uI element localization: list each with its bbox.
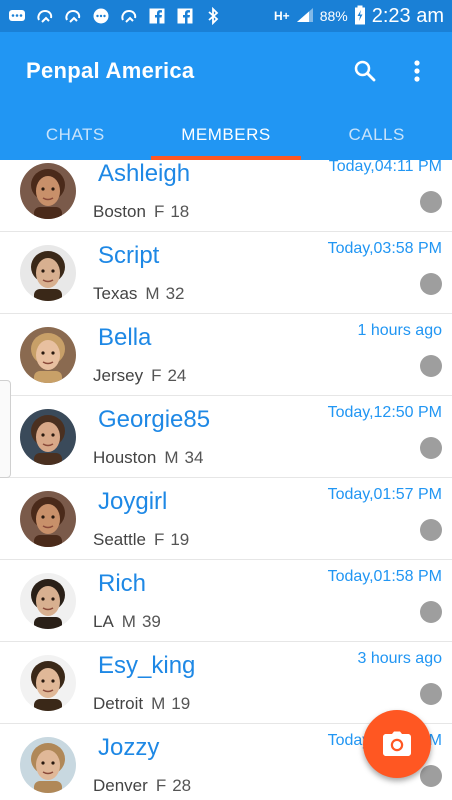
member-gender: M (164, 448, 179, 467)
battery-level: 88% (319, 8, 348, 24)
clock: 2:23 am (371, 4, 444, 27)
last-seen: Today,01:58 PM (327, 568, 442, 585)
avatar (20, 573, 76, 629)
tab-members[interactable]: MEMBERS (150, 110, 302, 160)
member-name: Georgie85 (98, 406, 211, 433)
recycle-icon (64, 8, 82, 24)
member-gender: F (155, 776, 167, 795)
tab-calls[interactable]: CALLS (301, 110, 452, 160)
message-icon (8, 8, 26, 24)
member-age: 19 (171, 694, 191, 713)
member-info: Detroit M 19 (93, 694, 190, 714)
member-age: 32 (165, 284, 185, 303)
member-name: Joygirl (98, 488, 168, 515)
member-info: Houston M 34 (93, 448, 203, 468)
status-indicator (420, 519, 442, 541)
status-right: H+ 88% 2:23 am (274, 5, 444, 28)
member-row[interactable]: Joygirl Seattle F 19 Today,01:57 PM (0, 478, 452, 560)
avatar (20, 737, 76, 793)
tab-chats[interactable]: CHATS (0, 110, 151, 160)
member-name: Rich (98, 570, 147, 597)
member-info: Denver F 28 (93, 776, 191, 796)
member-gender: M (151, 694, 166, 713)
notification-icons (8, 7, 222, 25)
avatar (20, 327, 76, 383)
status-indicator (420, 765, 442, 787)
last-seen: Today,01:57 PM (327, 486, 442, 503)
member-gender: F (153, 202, 165, 221)
member-info: LA M 39 (93, 612, 161, 632)
member-info: Boston F 18 (93, 202, 189, 222)
member-age: 18 (170, 202, 190, 221)
member-row[interactable]: Ashleigh Boston F 18 Today,04:11 PM (0, 160, 452, 232)
member-age: 39 (141, 612, 161, 631)
last-seen: Today,04:11 PM (328, 160, 442, 175)
member-age: 34 (184, 448, 204, 467)
status-indicator (420, 601, 442, 623)
chat-bubble-icon (92, 8, 110, 24)
member-city: LA (93, 612, 114, 631)
status-indicator (420, 191, 442, 213)
member-row[interactable]: Script Texas M 32 Today,03:58 PM (0, 232, 452, 314)
camera-icon (383, 731, 411, 756)
member-name: Script (98, 242, 160, 269)
member-name: Ashleigh (98, 160, 191, 187)
member-row[interactable]: Bella Jersey F 24 1 hours ago (0, 314, 452, 396)
member-name: Esy_king (98, 652, 196, 679)
app-title: Penpal America (26, 58, 195, 83)
search-icon[interactable] (348, 54, 382, 88)
last-seen: 1 hours ago (357, 322, 442, 339)
tab-bar: CHATS MEMBERS CALLS (0, 110, 452, 160)
member-gender: M (121, 612, 136, 631)
status-indicator (420, 273, 442, 295)
member-city: Detroit (93, 694, 144, 713)
member-name: Jozzy (98, 734, 160, 761)
avatar (20, 245, 76, 301)
facebook-icon (176, 8, 194, 24)
member-age: 24 (167, 366, 187, 385)
member-info: Texas M 32 (93, 284, 185, 304)
last-seen: Today,12:50 PM (327, 404, 442, 421)
drawer-handle[interactable] (0, 380, 11, 478)
member-city: Jersey (93, 366, 144, 385)
member-city: Houston (93, 448, 157, 467)
facebook-icon (148, 8, 166, 24)
recycle-icon (120, 8, 138, 24)
last-seen: 3 hours ago (357, 650, 442, 667)
camera-button[interactable] (363, 710, 431, 778)
avatar (20, 491, 76, 547)
recycle-icon (36, 8, 54, 24)
battery-icon (354, 5, 366, 28)
member-age: 19 (170, 530, 190, 549)
app-bar: Penpal America (0, 32, 452, 110)
member-city: Texas (93, 284, 138, 303)
member-city: Denver (93, 776, 148, 795)
member-city: Boston (93, 202, 146, 221)
status-bar: H+ 88% 2:23 am (0, 0, 452, 32)
avatar (20, 409, 76, 465)
member-age: 28 (172, 776, 192, 795)
last-seen: Today,03:58 PM (327, 240, 442, 257)
avatar (20, 163, 76, 219)
status-indicator (420, 437, 442, 459)
bluetooth-icon (204, 7, 222, 25)
network-icon: H+ (274, 9, 290, 23)
member-city: Seattle (93, 530, 146, 549)
member-gender: F (153, 530, 165, 549)
member-name: Bella (98, 324, 152, 351)
member-info: Seattle F 19 (93, 530, 189, 550)
avatar (20, 655, 76, 711)
app-actions (348, 54, 434, 88)
member-list[interactable]: Ashleigh Boston F 18 Today,04:11 PM Script Tex… (0, 160, 452, 800)
signal-icon (296, 7, 314, 26)
member-gender: F (151, 366, 162, 385)
member-gender: M (145, 284, 160, 303)
member-row[interactable]: Rich LA M 39 Today,01:58 PM (0, 560, 452, 642)
member-info: Jersey F 24 (93, 366, 186, 386)
status-indicator (420, 683, 442, 705)
more-vert-icon[interactable] (400, 54, 434, 88)
status-indicator (420, 355, 442, 377)
member-row[interactable]: Georgie85 Houston M 34 Today,12:50 PM (0, 396, 452, 478)
